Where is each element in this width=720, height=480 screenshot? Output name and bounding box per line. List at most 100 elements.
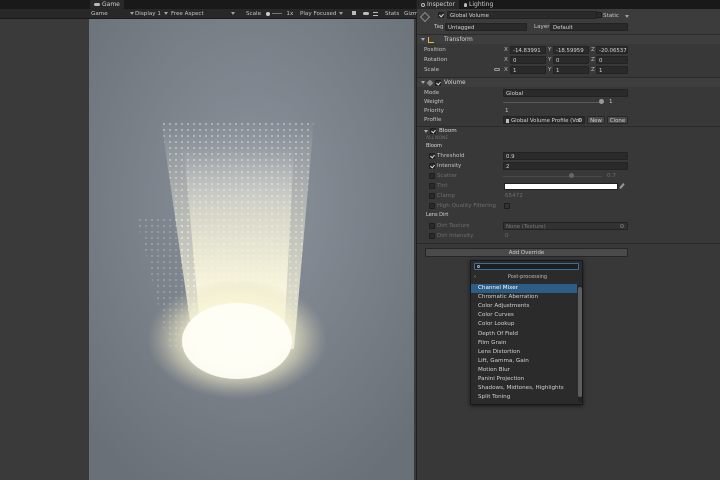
constrain-proportions-icon[interactable] [494,68,500,71]
stats-button[interactable]: Stats [385,9,399,19]
back-arrow-icon[interactable]: ‹ [474,273,476,282]
volume-header[interactable]: Volume [417,77,720,87]
tag-label: Tag [434,24,444,30]
hq-filtering-checkbox[interactable] [504,203,510,209]
layer-dropdown[interactable]: Default [550,23,628,31]
axis-x-label: X [504,47,508,53]
popup-item[interactable]: Chromatic Aberration [471,293,577,302]
gameobject-cube-icon [420,12,430,22]
game-tab-label: Game [102,1,120,8]
all-none-label[interactable]: ALL NONE [426,135,448,142]
object-name-field[interactable]: Global Volume [447,11,597,19]
intensity-override-checkbox[interactable] [429,163,435,169]
mode-dropdown[interactable]: Global [503,89,628,97]
popup-item[interactable]: Panini Projection [471,375,577,384]
threshold-row: Threshold 0.9 [417,151,720,161]
rotation-z-field[interactable]: 0 [596,56,628,64]
intensity-label: Intensity [437,163,462,169]
scale-y-field[interactable]: 1 [553,66,589,74]
mute-audio-icon[interactable] [352,9,356,19]
scatter-override-checkbox[interactable] [429,173,435,179]
popup-item[interactable]: Shadows, Midtones, Highlights [471,384,577,393]
dirt-intensity-override-checkbox[interactable] [429,233,435,239]
clone-profile-button[interactable]: Clone [607,116,628,124]
scale-z-field[interactable]: 1 [596,66,628,74]
tab-lighting[interactable]: Lighting [460,0,498,9]
weight-slider-track[interactable] [503,101,602,103]
new-profile-button[interactable]: New [587,116,605,124]
popup-item[interactable]: Depth Of Field [471,330,577,339]
popup-scrollbar-thumb[interactable] [578,287,582,397]
rotation-y-field[interactable]: 0 [553,56,589,64]
menu-icon[interactable] [373,9,378,19]
popup-search-input[interactable] [474,263,579,270]
game-tab[interactable]: Game [90,0,124,9]
scale-slider-knob[interactable] [265,11,270,16]
threshold-override-checkbox[interactable] [429,153,435,159]
volume-component-icon [426,79,434,87]
position-x-field[interactable]: -14.83991 [510,46,546,54]
popup-item[interactable]: Channel Mixer [471,284,577,293]
popup-scrollbar[interactable] [578,285,582,402]
rotation-label: Rotation [424,57,448,63]
add-override-popup: ‹ Post-processing Channel Mixer Chromatic… [470,260,583,405]
static-checkbox[interactable] [596,12,602,18]
position-z-field[interactable]: -20.06537 [596,46,628,54]
hq-override-checkbox[interactable] [429,203,435,209]
position-label: Position [424,47,446,53]
tag-dropdown[interactable]: Untagged [445,23,527,31]
weight-slider-knob[interactable] [599,99,604,104]
popup-item[interactable]: Color Curves [471,311,577,320]
popup-item[interactable]: Split Toning [471,393,577,402]
object-active-checkbox[interactable] [438,12,444,18]
profile-field[interactable]: Global Volume Profile (Vol [503,116,585,124]
play-mode-dropdown[interactable]: Play Focused [300,9,344,19]
scale-slider-track[interactable] [271,13,282,14]
profile-label: Profile [424,117,442,123]
gamepad-toggle-icon[interactable] [363,9,369,19]
object-picker-icon[interactable] [578,118,582,122]
bloom-enabled-checkbox[interactable] [430,128,436,134]
popup-item[interactable]: Lens Distortion [471,348,577,357]
scatter-slider-track[interactable] [503,175,602,177]
popup-item[interactable]: Film Grain [471,339,577,348]
scale-control[interactable]: Scale 1x [246,9,293,19]
position-y-field[interactable]: -18.59959 [553,46,589,54]
transform-header[interactable]: Transform [417,34,720,44]
hq-filtering-row: High Quality Filtering [417,201,720,211]
foldout-arrow-icon [424,130,428,133]
threshold-field[interactable]: 0.9 [503,152,628,160]
intensity-row: Intensity 2 [417,161,720,171]
tab-inspector[interactable]: Inspector [417,0,459,9]
hq-filtering-label: High Quality Filtering [437,203,496,209]
volume-enabled-checkbox[interactable] [435,80,441,86]
scatter-slider-knob[interactable] [569,173,575,178]
popup-item[interactable]: Color Adjustments [471,302,577,311]
dirt-texture-field[interactable]: None (Texture) [503,222,628,230]
popup-item[interactable]: Motion Blur [471,366,577,375]
aspect-dropdown[interactable]: Free Aspect [171,9,235,19]
eyedropper-icon[interactable] [619,183,625,189]
popup-item[interactable]: Lift, Gamma, Gain [471,357,577,366]
gamepad-icon [94,3,100,6]
scale-x-field[interactable]: 1 [510,66,546,74]
clamp-label: Clamp [437,193,455,199]
chevron-down-icon [230,12,235,15]
display-dropdown[interactable]: Display 1 [135,9,168,19]
dirt-intensity-value[interactable]: 0 [505,231,509,241]
popup-item[interactable]: Color Lookup [471,320,577,329]
all-none-toggle[interactable]: ALL NONE [417,135,720,142]
rotation-x-field[interactable]: 0 [510,56,546,64]
game-view-render[interactable] [89,19,414,480]
add-override-button[interactable]: Add Override [425,248,628,257]
chevron-down-icon[interactable] [625,15,629,18]
dirt-texture-override-checkbox[interactable] [429,223,435,229]
clamp-override-checkbox[interactable] [429,193,435,199]
scatter-value[interactable]: 0.7 [607,171,616,181]
tint-color-field[interactable] [504,183,618,190]
intensity-field[interactable]: 2 [503,162,628,170]
view-dropdown[interactable]: Game [91,9,134,19]
clamp-value[interactable]: 65472 [505,191,523,201]
tint-override-checkbox[interactable] [429,183,435,189]
object-picker-icon[interactable] [620,224,624,228]
